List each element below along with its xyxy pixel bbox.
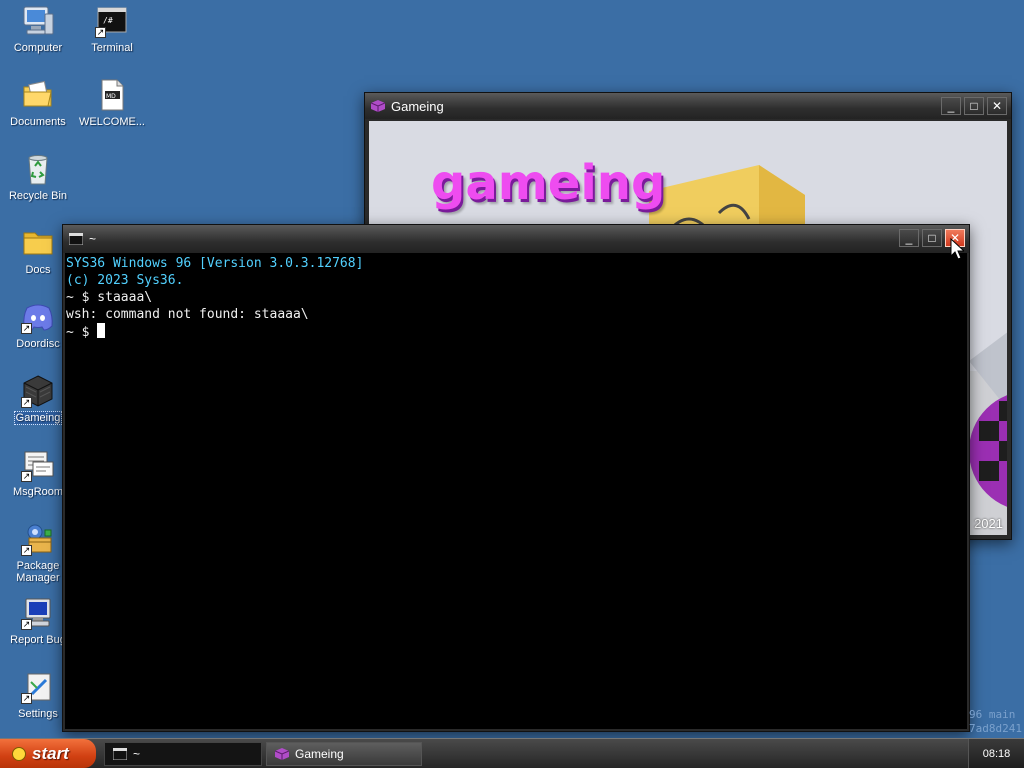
mouse-pointer-icon [950, 238, 964, 260]
desktop-icon-recycle-bin[interactable]: Recycle Bin [2, 152, 74, 202]
window-title: ~ [89, 232, 97, 246]
build-watermark: 96 main 7ad8d241 [969, 708, 1022, 736]
terminal-output[interactable]: SYS36 Windows 96 [Version 3.0.3.12768] (c… [65, 253, 967, 729]
desktop-icon-label: Computer [13, 42, 63, 54]
terminal-line: SYS36 Windows 96 [Version 3.0.3.12768] [66, 256, 364, 271]
terminal-line: wsh: command not found: staaaa\ [66, 307, 309, 322]
markdown-file-icon: MD [95, 78, 129, 112]
smiley-icon [12, 746, 26, 761]
shortcut-arrow-icon: ↗ [21, 471, 32, 482]
start-button[interactable]: start [0, 739, 96, 768]
terminal-window[interactable]: ~ _ □ ✕ SYS36 Windows 96 [Version 3.0.3.… [62, 224, 970, 732]
desktop-icon-label: Recycle Bin [8, 190, 68, 202]
terminal-prompt: ~ $ [66, 325, 98, 340]
taskbar: start ~ Gameing 08:18 [0, 738, 1024, 768]
taskbar-item-label: Gameing [295, 747, 344, 761]
terminal-app-icon [113, 748, 127, 760]
desktop-icon-label: Doordisc [16, 338, 60, 350]
game-year: 2021 [974, 516, 1003, 531]
watermark-line: 7ad8d241 [969, 722, 1022, 735]
shortcut-arrow-icon: ↗ [21, 693, 32, 704]
terminal-line: (c) 2023 Sys36. [66, 273, 184, 288]
desktop-icon-documents[interactable]: Documents [2, 78, 74, 128]
shortcut-arrow-icon: ↗ [21, 545, 32, 556]
taskbar-clock[interactable]: 08:18 [968, 739, 1024, 768]
taskbar-item-label: ~ [133, 747, 141, 761]
text-cursor [97, 323, 106, 338]
close-button[interactable]: ✕ [987, 97, 1007, 115]
maximize-button[interactable]: □ [922, 229, 942, 247]
terminal-icon: /# ↗ [95, 4, 129, 38]
gameing-titlebar[interactable]: Gameing _ □ ✕ [365, 93, 1011, 119]
settings-icon: ↗ [21, 670, 55, 704]
minimize-button[interactable]: _ [899, 229, 919, 247]
game-title: gameing [431, 155, 666, 211]
shortcut-arrow-icon: ↗ [21, 397, 32, 408]
computer-icon [21, 4, 55, 38]
report-bug-icon: ↗ [21, 596, 55, 630]
msgroom-icon: ↗ [21, 448, 55, 482]
shortcut-arrow-icon: ↗ [21, 619, 32, 630]
watermark-line: 96 main [969, 708, 1016, 721]
desktop-icon-terminal[interactable]: /# ↗ Terminal [76, 4, 148, 54]
taskbar-item-gameing[interactable]: Gameing [266, 742, 422, 766]
terminal-prompt-line[interactable]: ~ $ [66, 323, 966, 341]
shortcut-arrow-icon: ↗ [21, 323, 32, 334]
desktop-icon-computer[interactable]: Computer [2, 4, 74, 54]
svg-text:/#: /# [103, 16, 113, 25]
folder-icon [21, 226, 55, 260]
window-title: Gameing [391, 98, 444, 114]
maximize-button[interactable]: □ [964, 97, 984, 115]
documents-folder-icon [21, 78, 55, 112]
terminal-app-icon [69, 233, 83, 245]
desktop-icon-label: Terminal [91, 42, 133, 54]
desktop-icon-label: WELCOME... [78, 116, 145, 128]
gameing-cube-icon: ↗ [21, 374, 55, 408]
shortcut-arrow-icon: ↗ [95, 27, 106, 38]
desktop-icon-label: Docs [25, 264, 51, 276]
recycle-bin-icon [21, 152, 55, 186]
gameing-app-icon [275, 748, 289, 760]
terminal-titlebar[interactable]: ~ _ □ ✕ [63, 225, 969, 253]
desktop-icon-label: Report Bug [10, 634, 66, 646]
terminal-line: ~ $ staaaa\ [66, 290, 153, 305]
package-manager-icon: ↗ [21, 522, 55, 556]
gameing-app-icon [371, 100, 385, 112]
discord-icon: ↗ [21, 300, 55, 334]
start-label: start [32, 743, 69, 763]
minimize-button[interactable]: _ [941, 97, 961, 115]
desktop-icon-welcome[interactable]: MD WELCOME... [76, 78, 148, 128]
taskbar-item-terminal[interactable]: ~ [104, 742, 262, 766]
desktop-icon-label: Gameing [13, 411, 63, 425]
desktop-icon-label: Documents [10, 116, 66, 128]
desktop-icon-label: Settings [18, 708, 58, 720]
svg-text:MD: MD [106, 93, 116, 100]
desktop-icon-label: MsgRoom [12, 486, 64, 498]
